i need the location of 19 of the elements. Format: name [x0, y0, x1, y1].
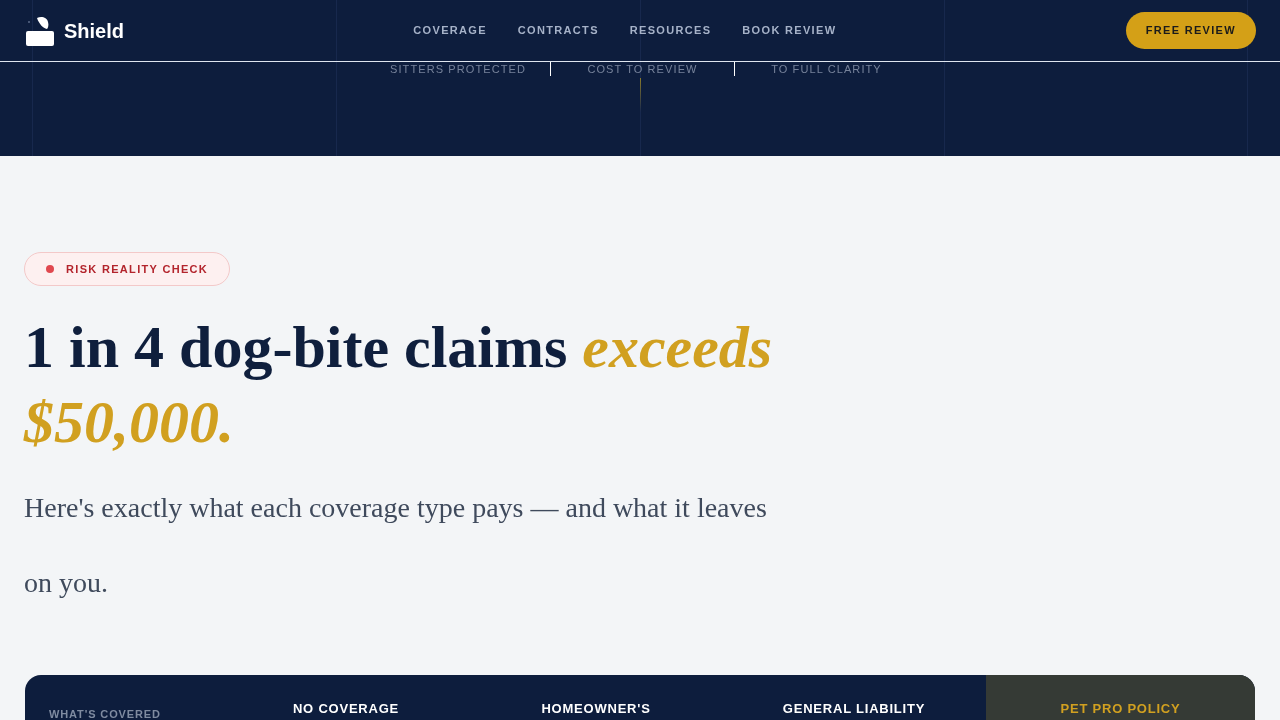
column-header: WHAT'S COVERED — [49, 708, 161, 720]
logo-icon — [26, 15, 54, 46]
free-review-button[interactable]: FREE REVIEW — [1125, 12, 1256, 49]
badge-label: RISK REALITY CHECK — [66, 261, 209, 277]
nav-link[interactable]: COVERAGE — [413, 22, 487, 39]
column-header: GENERAL LIABILITY — [782, 701, 926, 716]
stat-label: TO FULL CLARITY — [771, 62, 882, 76]
nav-link[interactable]: RESOURCES — [629, 22, 712, 39]
column-header: HOMEOWNER'S — [541, 701, 651, 716]
stat-label: COST TO REVIEW — [587, 62, 698, 76]
column-header: NO COVERAGE — [292, 701, 400, 716]
headline: 1 in 4 dog-bite claims exceeds $50,000. — [24, 313, 774, 457]
nav-link[interactable]: BOOK REVIEW — [742, 22, 837, 39]
column-header: PET PRO POLICY — [1060, 701, 1181, 716]
nav-link[interactable]: CONTRACTS — [517, 22, 599, 39]
status-dot-icon — [46, 265, 54, 273]
stat-label: SITTERS PROTECTED — [389, 62, 526, 76]
subtitle: Here's exactly what each coverage type pays — and what it leaves on you. — [24, 491, 768, 600]
brand-name: Shield — [64, 18, 124, 44]
